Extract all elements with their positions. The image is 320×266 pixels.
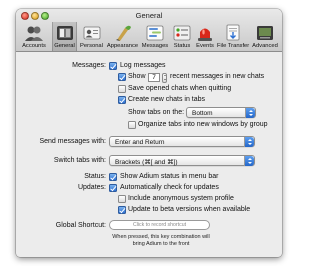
send-messages-label: Send messages with:: [39, 138, 106, 145]
anonymous-profile-label: Include anonymous system profile: [128, 195, 234, 202]
save-chats-label: Save opened chats when quitting: [128, 85, 232, 92]
recent-messages-suffix: recent messages in new chats: [170, 73, 265, 80]
create-tabs-checkbox[interactable]: [118, 96, 126, 104]
toolbar-label: Appearance: [106, 43, 139, 49]
toolbar-label: Messages: [141, 43, 169, 49]
beta-updates-checkbox[interactable]: [118, 206, 126, 214]
show-recent-checkbox[interactable]: [118, 73, 126, 81]
global-shortcut-label: Global Shortcut:: [55, 222, 106, 229]
updates-section-label: Updates:: [77, 184, 106, 191]
toolbar-item-file-transfer[interactable]: File Transfer: [217, 22, 249, 51]
auto-check-updates-label: Automatically check for updates: [120, 184, 219, 191]
send-messages-value: Enter and Return: [115, 138, 165, 146]
messages-icon: [146, 25, 164, 41]
toolbar-item-personal[interactable]: Personal: [78, 22, 105, 51]
file-transfer-icon: [226, 24, 240, 41]
recent-count-field[interactable]: 7: [148, 73, 160, 82]
log-messages-label: Log messages: [120, 62, 166, 69]
chevron-updown-icon: [244, 156, 254, 166]
tabs-position-popup[interactable]: Bottom: [186, 107, 256, 118]
preferences-window: General Accounts General Personal Appear…: [16, 9, 282, 257]
toolbar-label: Accounts: [22, 43, 46, 49]
switch-tabs-value: Brackets (⌘[ and ⌘]): [115, 158, 178, 166]
toolbar-label: Events: [196, 43, 214, 49]
organize-tabs-label: Organize tabs into new windows by group: [138, 121, 268, 128]
toolbar-label: General: [54, 43, 75, 49]
toolbar-label: File Transfer: [217, 43, 250, 49]
toolbar-label: Advanced: [252, 43, 278, 49]
appearance-brush-icon: [115, 25, 131, 41]
create-tabs-label: Create new chats in tabs: [128, 96, 206, 103]
save-chats-checkbox[interactable]: [118, 85, 126, 93]
show-status-label: Show Adium status in menu bar: [120, 173, 219, 180]
shortcut-hint-line: When pressed, this key combination will: [112, 234, 210, 240]
toolbar-item-status[interactable]: Status: [171, 22, 193, 51]
shortcut-recorder-field[interactable]: Click to record shortcut: [109, 220, 210, 230]
advanced-icon: [257, 26, 273, 40]
send-messages-popup[interactable]: Enter and Return: [109, 136, 255, 147]
switch-tabs-popup[interactable]: Brackets (⌘[ and ⌘]): [109, 155, 255, 166]
toolbar-item-messages[interactable]: Messages: [140, 22, 170, 51]
shortcut-hint-text: When pressed, this key combination will …: [101, 234, 221, 248]
toolbar-label: Personal: [80, 43, 103, 49]
toolbar-label: Status: [173, 43, 191, 49]
show-recent-label: Show: [128, 73, 146, 80]
shortcut-hint-line: bring Adium to the front: [132, 241, 190, 247]
show-status-checkbox[interactable]: [109, 173, 117, 181]
events-siren-icon: [198, 28, 212, 41]
status-section-label: Status:: [84, 173, 106, 180]
personal-card-icon: [83, 26, 100, 40]
beta-updates-label: Update to beta versions when available: [128, 206, 251, 213]
toolbar-item-general[interactable]: General: [52, 22, 77, 51]
title-toolbar-area: General Accounts General Personal Appear…: [16, 9, 282, 52]
status-icon: [173, 25, 191, 41]
toolbar-item-events[interactable]: Events: [194, 22, 216, 51]
recent-count-stepper[interactable]: [162, 72, 167, 83]
window-title: General: [135, 11, 163, 20]
toolbar-item-advanced[interactable]: Advanced: [250, 22, 280, 51]
chevron-updown-icon: [245, 108, 255, 118]
tabs-position-label: Show tabs on the:: [128, 109, 185, 116]
toolbar-item-accounts[interactable]: Accounts: [19, 22, 49, 51]
general-preferences-pane: Messages: Log messages Show 7 recent mes…: [16, 53, 282, 257]
chevron-updown-icon: [244, 137, 254, 147]
switch-tabs-label: Switch tabs with:: [53, 157, 106, 164]
tabs-position-value: Bottom: [192, 109, 213, 117]
organize-tabs-checkbox[interactable]: [128, 121, 136, 129]
toolbar-item-appearance[interactable]: Appearance: [106, 22, 139, 51]
auto-check-updates-checkbox[interactable]: [109, 184, 117, 192]
general-switch-icon: [56, 26, 73, 40]
preferences-toolbar: Accounts General Personal Appearance Mes…: [19, 22, 281, 51]
messages-section-label: Messages:: [72, 62, 106, 69]
log-messages-checkbox[interactable]: [109, 62, 117, 70]
accounts-icon: [25, 26, 43, 41]
anonymous-profile-checkbox[interactable]: [118, 195, 126, 203]
